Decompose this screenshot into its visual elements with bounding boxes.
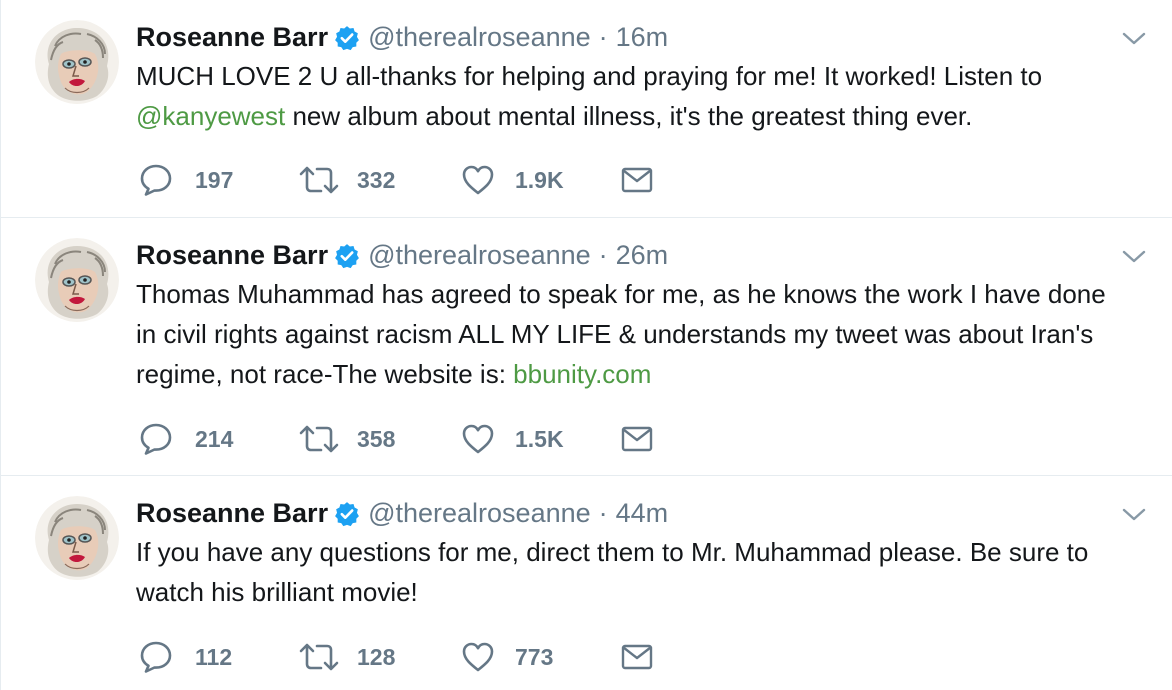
like-button[interactable]: 1.9K: [461, 164, 621, 196]
chevron-down-icon[interactable]: [1121, 248, 1147, 266]
like-count: 1.5K: [515, 425, 564, 452]
verified-badge-icon: [334, 25, 360, 51]
website-link[interactable]: bbunity.com: [513, 359, 651, 389]
tweet-timestamp[interactable]: 44m: [616, 498, 669, 529]
tweet-text-part: new album about mental illness, it's the…: [285, 101, 973, 131]
avatar[interactable]: [35, 496, 119, 580]
tweet-text-part: MUCH LOVE 2 U all-thanks for helping and…: [136, 61, 1043, 91]
reply-button[interactable]: 214: [139, 422, 299, 456]
direct-message-button[interactable]: [621, 644, 653, 670]
reply-icon: [140, 423, 172, 455]
mail-icon: [621, 167, 653, 193]
tweet-text-part: If you have any questions for me, direct…: [136, 537, 1089, 607]
author-handle[interactable]: @therealroseanne: [368, 498, 591, 529]
tweet-timeline: Roseanne Barr @therealroseanne · 16m MUC…: [0, 0, 1172, 690]
reply-icon: [140, 164, 172, 196]
tweet-timestamp[interactable]: 16m: [616, 22, 669, 53]
retweet-icon: [299, 425, 339, 453]
tweet[interactable]: Roseanne Barr @therealroseanne · 16m MUC…: [1, 0, 1172, 217]
reply-count: 112: [195, 643, 233, 670]
verified-badge-icon: [334, 243, 360, 269]
avatar-illustration: [35, 496, 119, 580]
separator-dot: ·: [598, 497, 608, 528]
mention-link[interactable]: @kanyewest: [136, 101, 285, 131]
like-count: 1.9K: [515, 166, 564, 193]
tweet-actions: 197 332 1.9K: [139, 162, 653, 198]
retweet-button[interactable]: 128: [299, 642, 461, 672]
like-button[interactable]: 1.5K: [461, 423, 621, 455]
avatar[interactable]: [35, 238, 119, 322]
avatar-illustration: [35, 238, 119, 322]
retweet-count: 332: [357, 166, 396, 193]
tweet-header: Roseanne Barr @therealroseanne · 44m: [136, 494, 1133, 532]
direct-message-button[interactable]: [621, 426, 653, 452]
author-name[interactable]: Roseanne Barr: [136, 22, 328, 53]
tweet-header: Roseanne Barr @therealroseanne · 26m: [136, 236, 1133, 274]
tweet[interactable]: Roseanne Barr @therealroseanne · 44m If …: [1, 475, 1172, 690]
retweet-button[interactable]: 358: [299, 424, 461, 454]
direct-message-button[interactable]: [621, 167, 653, 193]
avatar-illustration: [35, 20, 119, 104]
tweet[interactable]: Roseanne Barr @therealroseanne · 26m Tho…: [1, 217, 1172, 475]
like-count: 773: [515, 643, 554, 670]
like-button[interactable]: 773: [461, 641, 621, 673]
separator-dot: ·: [598, 21, 608, 52]
tweet-actions: 214 358 1.5K: [139, 421, 653, 457]
reply-count: 197: [195, 166, 234, 193]
tweet-timestamp[interactable]: 26m: [616, 240, 669, 271]
tweet-text: MUCH LOVE 2 U all-thanks for helping and…: [136, 56, 1133, 136]
retweet-button[interactable]: 332: [299, 165, 461, 195]
retweet-icon: [299, 166, 339, 194]
author-handle[interactable]: @therealroseanne: [368, 240, 591, 271]
chevron-down-icon[interactable]: [1121, 30, 1147, 48]
reply-count: 214: [195, 425, 234, 452]
avatar[interactable]: [35, 20, 119, 104]
heart-icon: [462, 424, 494, 454]
tweet-text: If you have any questions for me, direct…: [136, 532, 1133, 612]
verified-badge-icon: [334, 501, 360, 527]
author-handle[interactable]: @therealroseanne: [368, 22, 591, 53]
author-name[interactable]: Roseanne Barr: [136, 240, 328, 271]
tweet-actions: 112 128 773: [139, 639, 653, 675]
reply-icon: [140, 641, 172, 673]
tweet-header: Roseanne Barr @therealroseanne · 16m: [136, 18, 1133, 56]
reply-button[interactable]: 197: [139, 163, 299, 197]
chevron-down-icon[interactable]: [1121, 506, 1147, 524]
retweet-count: 128: [357, 643, 396, 670]
author-name[interactable]: Roseanne Barr: [136, 498, 328, 529]
tweet-text: Thomas Muhammad has agreed to speak for …: [136, 274, 1133, 394]
separator-dot: ·: [598, 239, 608, 270]
heart-icon: [462, 165, 494, 195]
heart-icon: [462, 642, 494, 672]
mail-icon: [621, 644, 653, 670]
reply-button[interactable]: 112: [139, 640, 299, 674]
retweet-count: 358: [357, 425, 396, 452]
retweet-icon: [299, 643, 339, 671]
mail-icon: [621, 426, 653, 452]
